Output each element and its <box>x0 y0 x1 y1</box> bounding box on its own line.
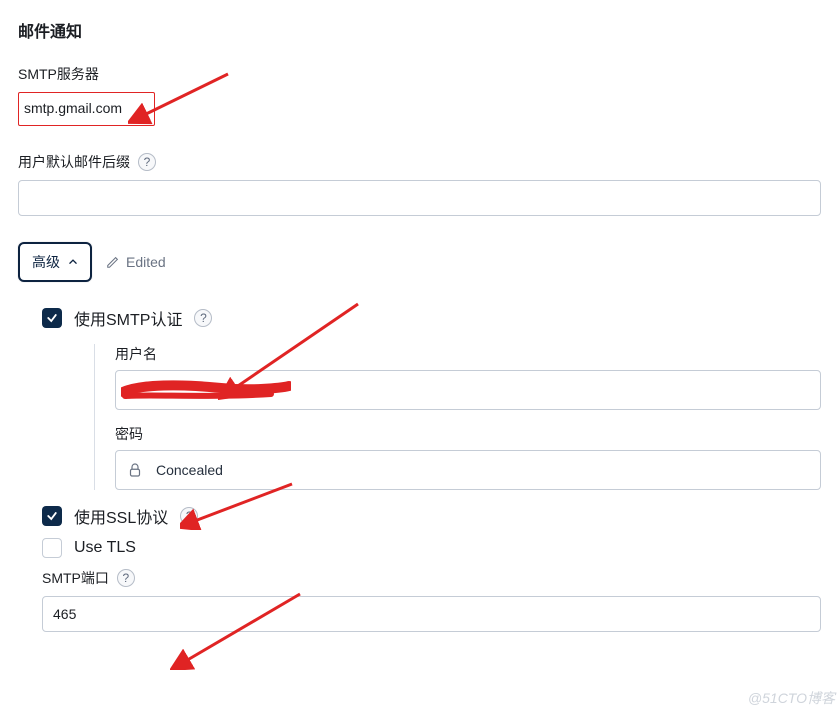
password-label: 密码 <box>115 424 821 444</box>
smtp-auth-checkbox[interactable] <box>42 308 62 328</box>
help-icon[interactable]: ? <box>117 569 135 587</box>
password-concealed-field[interactable]: Concealed <box>115 450 821 490</box>
lock-icon <box>126 461 144 479</box>
edited-label: Edited <box>126 254 166 270</box>
help-icon[interactable]: ? <box>138 153 156 171</box>
tls-checkbox[interactable] <box>42 538 62 558</box>
chevron-up-icon <box>68 257 78 267</box>
check-icon <box>46 312 58 324</box>
smtp-server-label: SMTP服务器 <box>18 64 821 84</box>
help-icon[interactable]: ? <box>180 507 198 525</box>
smtp-auth-label: 使用SMTP认证 <box>74 306 182 330</box>
smtp-server-input[interactable] <box>24 100 144 116</box>
smtp-server-highlight <box>18 92 155 126</box>
help-icon[interactable]: ? <box>194 309 212 327</box>
watermark: @51CTO博客 <box>748 688 835 708</box>
username-input[interactable] <box>115 370 821 410</box>
username-label: 用户名 <box>115 344 821 364</box>
concealed-text: Concealed <box>156 462 223 478</box>
default-suffix-input[interactable] <box>18 180 821 216</box>
edited-indicator: Edited <box>106 254 166 270</box>
pencil-icon <box>106 255 120 269</box>
section-title: 邮件通知 <box>18 18 821 42</box>
ssl-label: 使用SSL协议 <box>74 504 168 528</box>
advanced-toggle-button[interactable]: 高级 <box>18 242 92 282</box>
check-icon <box>46 510 58 522</box>
smtp-port-label: SMTP端口 <box>42 568 109 588</box>
tls-label: Use TLS <box>74 539 136 557</box>
default-suffix-label: 用户默认邮件后缀 <box>18 152 130 172</box>
ssl-checkbox[interactable] <box>42 506 62 526</box>
smtp-port-input[interactable] <box>42 596 821 632</box>
advanced-button-label: 高级 <box>32 252 60 272</box>
